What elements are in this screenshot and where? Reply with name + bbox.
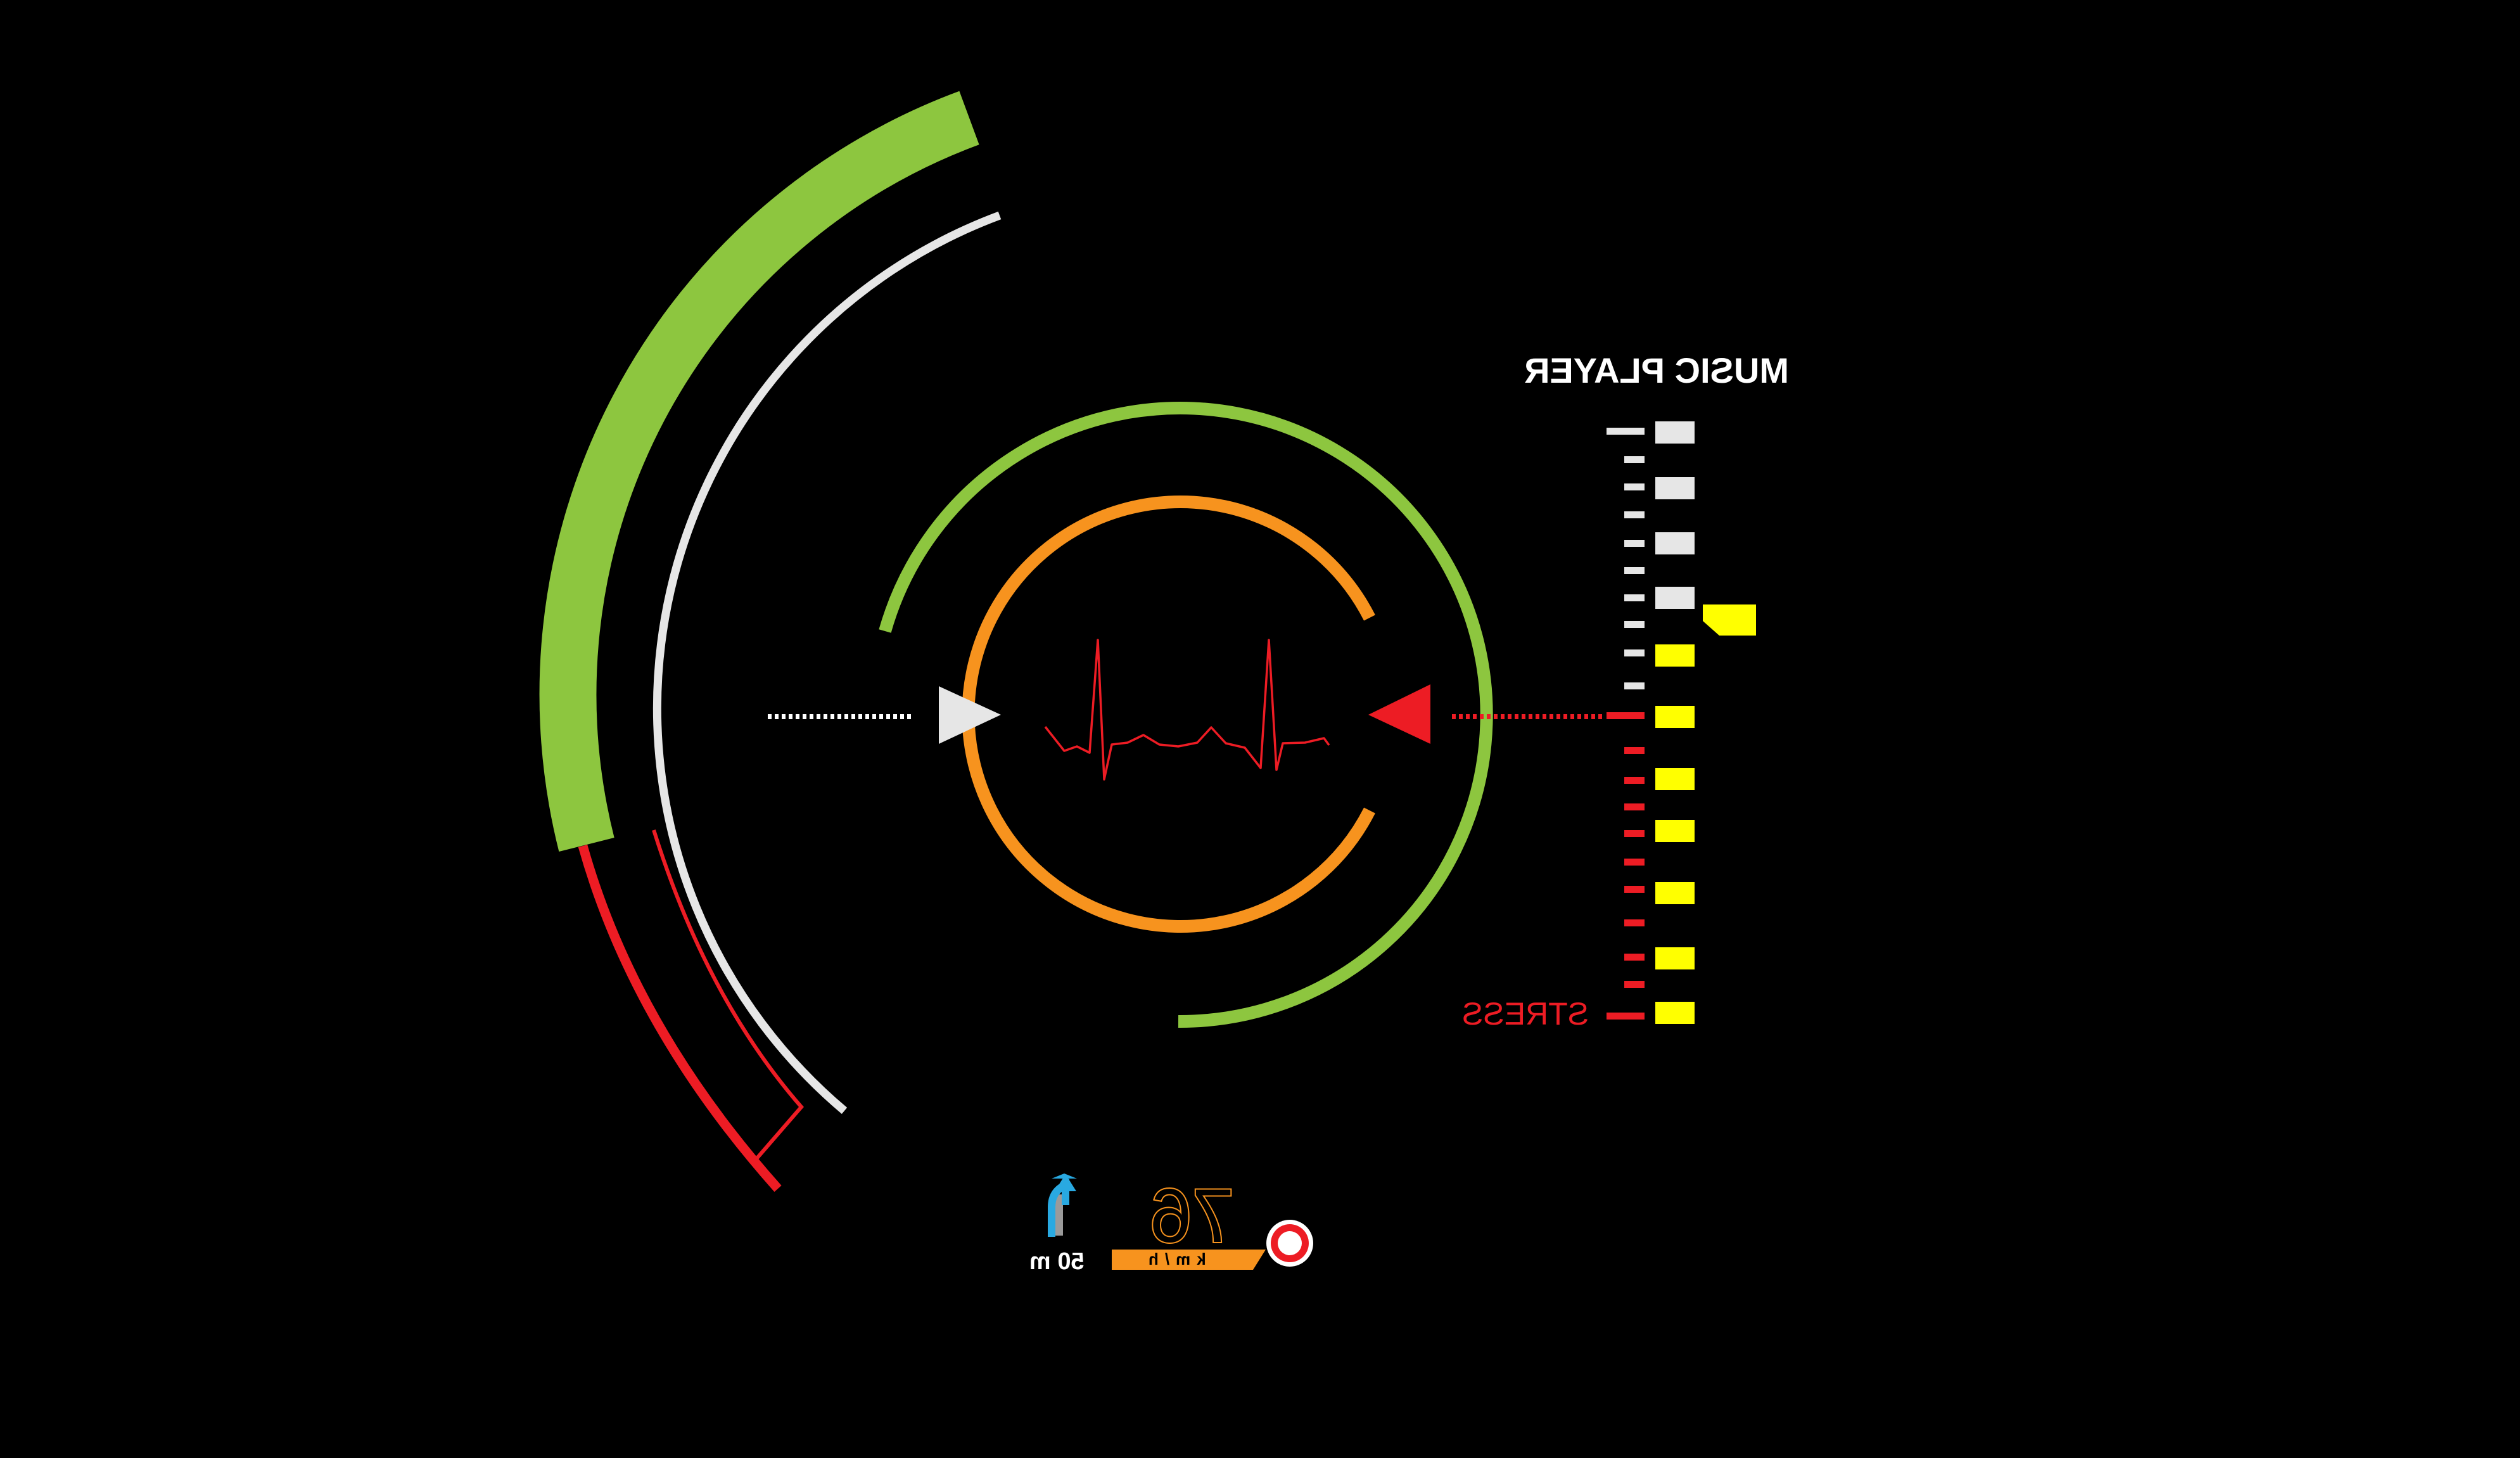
scale-tick: [1624, 981, 1645, 988]
left-arc-gauge: [539, 91, 1002, 1192]
speed-unit-label: km/h: [1142, 1250, 1206, 1269]
scale-tick: [1624, 456, 1645, 463]
scale-tick: [1607, 428, 1645, 435]
left-gauge-red-inner: [652, 829, 804, 1161]
scale-tick: [1624, 747, 1645, 754]
pentagon-marker-icon[interactable]: [1703, 604, 1756, 636]
scale-blocks: [1655, 421, 1695, 1024]
scale-tick: [1624, 540, 1645, 547]
scale-tick: [1624, 777, 1645, 784]
scale-block: [1655, 644, 1695, 667]
left-gauge-green-band: [539, 91, 979, 852]
music-player-label: MUSIC PLAYER: [1524, 350, 1789, 390]
scale-tick: [1624, 649, 1645, 656]
hud-display: MUSIC PLAYER STRESS 50 m 76 km/h: [539, 91, 1789, 1275]
scale-tick: [1624, 594, 1645, 601]
scale-tick: [1624, 830, 1645, 837]
bottom-info-bar: 50 m 76 km/h: [1029, 1172, 1313, 1275]
scale-tick: [1624, 483, 1645, 490]
scale-block: [1655, 421, 1695, 444]
inner-orange-ring: [962, 496, 1375, 933]
scale-tick: [1624, 954, 1645, 961]
scale-block: [1655, 532, 1695, 554]
scale-block: [1655, 587, 1695, 609]
speed-limit-sign-icon: [1266, 1220, 1313, 1267]
scale-tick: [1624, 859, 1645, 866]
scale-block: [1655, 768, 1695, 790]
stress-label: STRESS: [1462, 996, 1589, 1032]
triangle-left-icon: [1368, 684, 1430, 744]
scale-tick: [1624, 886, 1645, 893]
scale-tick: [1624, 567, 1645, 574]
scale-tick: [1607, 1013, 1645, 1020]
scale-tick: [1624, 803, 1645, 810]
left-gauge-white-rim: [652, 211, 1002, 1114]
turn-up-arrow-icon: [1048, 1173, 1077, 1237]
scale-tick: [1607, 712, 1645, 719]
scale-block: [1655, 1002, 1695, 1024]
scale-block: [1655, 706, 1695, 728]
distance-label: 50 m: [1029, 1248, 1085, 1275]
scale-tick: [1624, 511, 1645, 518]
scale-block: [1655, 820, 1695, 842]
scale-block: [1655, 882, 1695, 904]
scale-tick: [1624, 919, 1645, 926]
scale-ticks: [1607, 428, 1645, 1020]
heartbeat-icon: [1044, 639, 1330, 781]
scale-block: [1655, 477, 1695, 499]
left-gauge-red-outer: [578, 844, 782, 1192]
music-player-scale: MUSIC PLAYER STRESS: [1462, 350, 1789, 1032]
scale-tick: [1624, 621, 1645, 628]
speed-value: 76: [1150, 1173, 1234, 1258]
scale-tick: [1624, 682, 1645, 689]
scale-block: [1655, 947, 1695, 969]
